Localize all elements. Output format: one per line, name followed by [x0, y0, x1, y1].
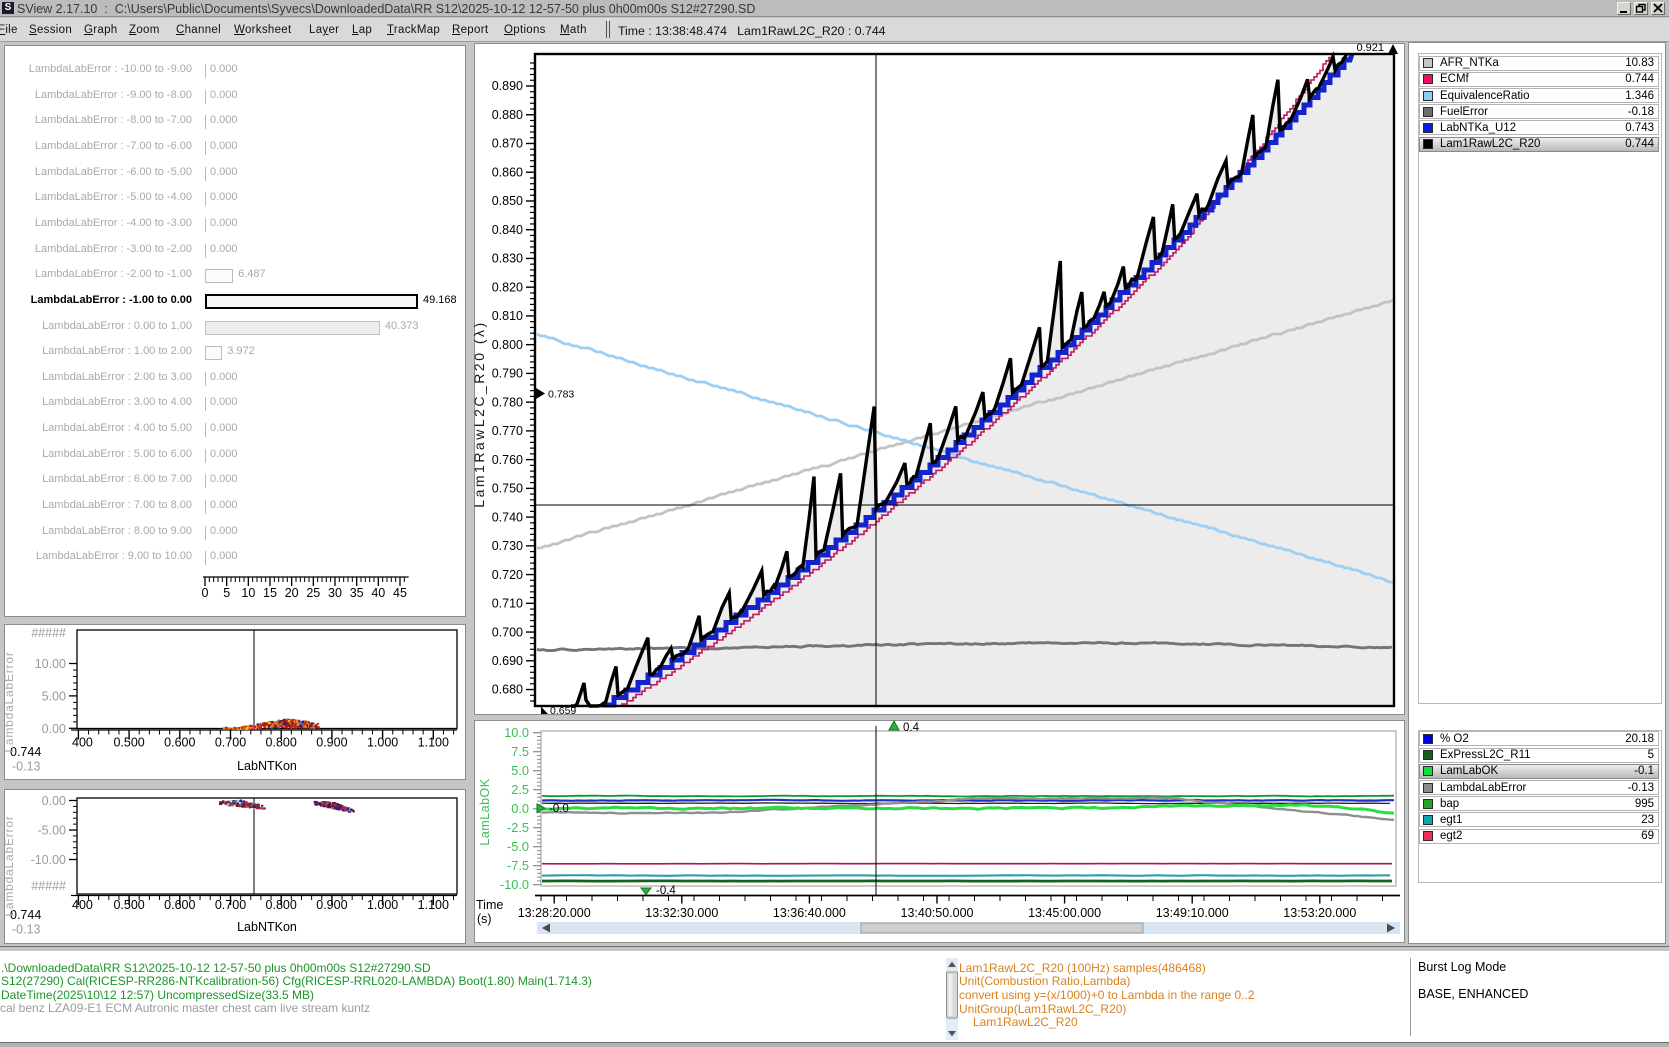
- svg-text:0.600: 0.600: [164, 898, 195, 912]
- svg-text:0.680: 0.680: [492, 683, 523, 697]
- svg-text:-0.0: -0.0: [549, 803, 569, 815]
- svg-text:0.880: 0.880: [492, 108, 523, 122]
- svg-text:1.000: 1.000: [367, 898, 398, 912]
- svg-text:0.600: 0.600: [164, 736, 195, 750]
- svg-text:13:49:10.000: 13:49:10.000: [1156, 906, 1229, 920]
- svg-text:LambdaLabError: LambdaLabError: [2, 815, 16, 916]
- svg-text:0.800: 0.800: [492, 338, 523, 352]
- svg-text:45: 45: [393, 586, 407, 600]
- svg-text:0.820: 0.820: [492, 280, 523, 294]
- svg-text:-0.13: -0.13: [12, 923, 41, 937]
- svg-text:#####: #####: [31, 626, 66, 640]
- svg-text:40: 40: [371, 586, 385, 600]
- svg-text:Lam1RawL2C_R20 (λ): Lam1RawL2C_R20 (λ): [471, 320, 487, 507]
- svg-text:0.830: 0.830: [492, 252, 523, 266]
- svg-text:15: 15: [263, 586, 277, 600]
- svg-text:0.690: 0.690: [492, 654, 523, 668]
- svg-text:0.750: 0.750: [492, 482, 523, 496]
- svg-text:-0.13: -0.13: [12, 760, 41, 774]
- svg-text:10.0: 10.0: [504, 725, 529, 740]
- svg-text:10: 10: [241, 586, 255, 600]
- svg-text:LamLabOK: LamLabOK: [478, 778, 492, 845]
- svg-text:0.4: 0.4: [903, 722, 920, 734]
- svg-text:0.790: 0.790: [492, 367, 523, 381]
- svg-text:(s): (s): [477, 912, 492, 926]
- svg-text:-7.5: -7.5: [507, 858, 529, 873]
- svg-text:5.0: 5.0: [511, 763, 529, 778]
- svg-text:0.740: 0.740: [492, 510, 523, 524]
- svg-text:5.00: 5.00: [42, 689, 66, 703]
- svg-text:0.870: 0.870: [492, 137, 523, 151]
- svg-text:0.783: 0.783: [548, 389, 574, 401]
- svg-text:-5.0: -5.0: [507, 839, 529, 854]
- svg-text:13:36:40.000: 13:36:40.000: [773, 906, 846, 920]
- svg-text:0.500: 0.500: [113, 898, 144, 912]
- svg-text:2.5: 2.5: [511, 782, 529, 797]
- svg-text:LabNTKon: LabNTKon: [237, 920, 297, 934]
- svg-text:5: 5: [223, 586, 230, 600]
- svg-text:0.770: 0.770: [492, 424, 523, 438]
- svg-text:LabNTKon: LabNTKon: [237, 759, 297, 773]
- svg-text:400: 400: [72, 736, 93, 750]
- svg-text:1.100: 1.100: [418, 736, 449, 750]
- svg-text:0.700: 0.700: [215, 736, 246, 750]
- svg-text:0.700: 0.700: [492, 625, 523, 639]
- svg-text:0.00: 0.00: [42, 722, 66, 736]
- svg-text:13:53:20.000: 13:53:20.000: [1283, 906, 1356, 920]
- svg-text:0.800: 0.800: [266, 898, 297, 912]
- svg-text:13:45:00.000: 13:45:00.000: [1028, 906, 1101, 920]
- svg-text:0.840: 0.840: [492, 223, 523, 237]
- svg-text:0.760: 0.760: [492, 453, 523, 467]
- svg-text:0.850: 0.850: [492, 194, 523, 208]
- svg-text:0.700: 0.700: [215, 898, 246, 912]
- svg-text:30: 30: [328, 586, 342, 600]
- svg-text:#####: #####: [31, 879, 66, 893]
- svg-text:400: 400: [72, 898, 93, 912]
- svg-text:-5.00: -5.00: [38, 824, 67, 838]
- svg-text:0.900: 0.900: [316, 736, 347, 750]
- svg-text:0: 0: [202, 586, 209, 600]
- svg-text:0.800: 0.800: [266, 736, 297, 750]
- svg-text:0.730: 0.730: [492, 539, 523, 553]
- svg-text:LambdaLabError: LambdaLabError: [2, 651, 16, 752]
- svg-text:0.900: 0.900: [316, 898, 347, 912]
- svg-text:0.810: 0.810: [492, 309, 523, 323]
- svg-text:0.710: 0.710: [492, 597, 523, 611]
- svg-text:35: 35: [350, 586, 364, 600]
- svg-text:25: 25: [306, 586, 320, 600]
- svg-text:1.000: 1.000: [367, 736, 398, 750]
- svg-text:0.0: 0.0: [511, 801, 529, 816]
- svg-text:0.659: 0.659: [550, 705, 576, 717]
- svg-text:0.720: 0.720: [492, 568, 523, 582]
- svg-text:13:32:30.000: 13:32:30.000: [645, 906, 718, 920]
- svg-text:1.100: 1.100: [418, 898, 449, 912]
- svg-text:20: 20: [285, 586, 299, 600]
- svg-text:0.00: 0.00: [42, 794, 66, 808]
- svg-text:0.921: 0.921: [1356, 42, 1384, 54]
- svg-text:Time: Time: [476, 898, 503, 912]
- svg-text:0.890: 0.890: [492, 79, 523, 93]
- svg-text:7.5: 7.5: [511, 744, 529, 759]
- svg-text:13:28:20.000: 13:28:20.000: [518, 906, 591, 920]
- svg-text:10.00: 10.00: [35, 657, 66, 671]
- svg-text:13:40:50.000: 13:40:50.000: [901, 906, 974, 920]
- svg-text:-2.5: -2.5: [507, 820, 529, 835]
- svg-text:0.500: 0.500: [113, 736, 144, 750]
- svg-text:0.860: 0.860: [492, 165, 523, 179]
- svg-text:0.780: 0.780: [492, 395, 523, 409]
- svg-text:-10.00: -10.00: [31, 853, 66, 867]
- svg-text:-10.0: -10.0: [500, 877, 529, 892]
